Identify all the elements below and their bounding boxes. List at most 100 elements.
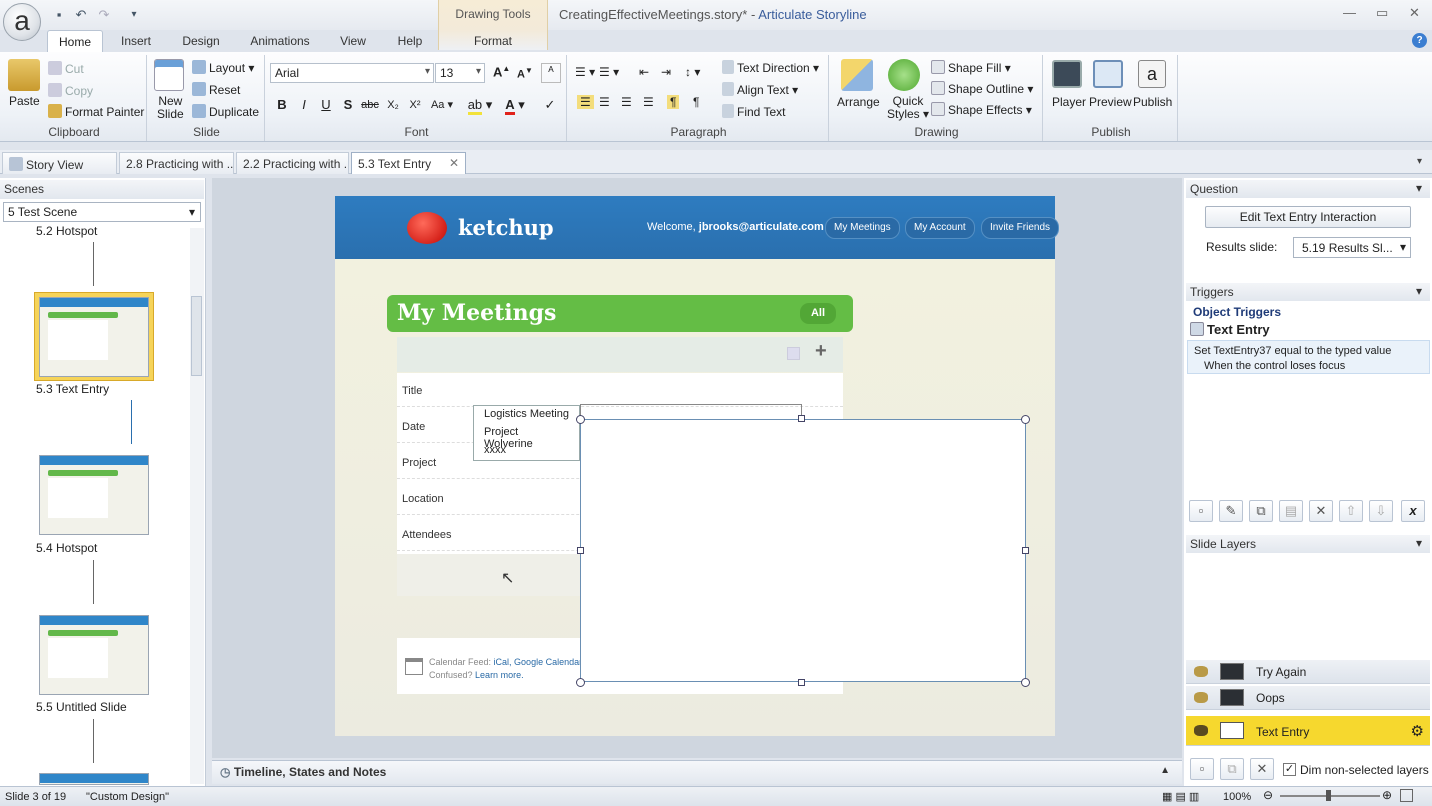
help-icon[interactable]: ?: [1412, 33, 1427, 48]
eye-icon[interactable]: [1194, 725, 1208, 736]
new-layer-icon[interactable]: ▫: [1190, 758, 1214, 780]
superscript-button[interactable]: X²: [405, 95, 425, 115]
tab-animations[interactable]: Animations: [244, 30, 316, 52]
calendar-feed-links[interactable]: iCal, Google Calendar: [494, 657, 583, 667]
edit-text-entry-interaction-button[interactable]: Edit Text Entry Interaction: [1205, 206, 1411, 228]
tab-2-2[interactable]: 2.2 Practicing with ...: [236, 152, 349, 174]
tab-insert[interactable]: Insert: [112, 30, 160, 52]
tab-2-8[interactable]: 2.8 Practicing with ...: [119, 152, 234, 174]
strikethrough-button[interactable]: abc: [360, 95, 380, 115]
add-icon[interactable]: +: [815, 340, 827, 363]
learn-more-link[interactable]: Learn more.: [475, 670, 524, 680]
dropdown-item[interactable]: Logistics Meeting: [474, 406, 579, 424]
arrange-button[interactable]: Arrange: [837, 95, 880, 109]
question-header[interactable]: Question: [1186, 180, 1430, 198]
redo-icon[interactable]: ↷: [96, 7, 112, 23]
save-icon[interactable]: ▪: [51, 7, 67, 23]
preview-button[interactable]: Preview: [1089, 95, 1132, 109]
nav-my-account[interactable]: My Account: [905, 217, 975, 239]
maximize-icon[interactable]: ▭: [1376, 5, 1388, 21]
reset-button[interactable]: Reset: [192, 82, 240, 97]
delete-trigger-icon[interactable]: ✕: [1309, 500, 1333, 522]
slide-layers-header[interactable]: Slide Layers: [1186, 535, 1430, 553]
resize-handle[interactable]: [1021, 415, 1030, 424]
zoom-in-icon[interactable]: ⊕: [1382, 788, 1392, 802]
view-buttons[interactable]: ▦ ▤ ▥: [1162, 790, 1199, 803]
zoom-slider-thumb[interactable]: [1326, 790, 1331, 801]
minimize-icon[interactable]: —: [1343, 5, 1356, 20]
layer-text-entry[interactable]: Text Entry ⚙: [1186, 716, 1430, 746]
resize-handle[interactable]: [576, 678, 585, 687]
shape-effects-button[interactable]: Shape Effects ▾: [931, 102, 1032, 117]
bold-button[interactable]: B: [272, 95, 292, 115]
increase-indent-button[interactable]: ⇥: [661, 65, 671, 79]
text-direction-button[interactable]: Text Direction ▾: [722, 60, 819, 75]
italic-button[interactable]: I: [294, 95, 314, 115]
numbering-button[interactable]: ☰ ▾: [599, 65, 619, 79]
trigger-item[interactable]: Set TextEntry37 equal to the typed value…: [1187, 340, 1430, 374]
dropdown-item[interactable]: Project Wolverine: [474, 424, 579, 450]
nav-my-meetings[interactable]: My Meetings: [825, 217, 900, 239]
shadow-button[interactable]: S: [338, 95, 358, 115]
paste-trigger-icon[interactable]: ▤: [1279, 500, 1303, 522]
edit-trigger-icon[interactable]: ✎: [1219, 500, 1243, 522]
expand-timeline-icon[interactable]: ▲: [1160, 765, 1170, 776]
dim-layers-checkbox[interactable]: ✓: [1283, 763, 1296, 776]
eye-icon[interactable]: [1194, 666, 1208, 677]
paste-button[interactable]: Paste: [9, 94, 40, 108]
clear-formatting-button[interactable]: ᴬ: [541, 63, 561, 83]
text-entry-selection-box[interactable]: [580, 419, 1026, 682]
align-center-button[interactable]: ☰: [599, 95, 610, 109]
decrease-indent-button[interactable]: ⇤: [639, 65, 649, 79]
close-window-icon[interactable]: ✕: [1409, 5, 1420, 21]
list-view-icon[interactable]: [787, 347, 800, 360]
slide-thumb-5-3[interactable]: [39, 297, 149, 377]
spell-check-icon[interactable]: ✓: [540, 95, 560, 115]
change-case-button[interactable]: Aa ▾: [428, 95, 456, 115]
zoom-slider[interactable]: [1280, 790, 1380, 801]
resize-handle[interactable]: [577, 547, 584, 554]
customize-toolbar-icon[interactable]: ▾: [126, 7, 142, 23]
resize-handle[interactable]: [798, 415, 805, 422]
tab-5-3-text-entry[interactable]: 5.3 Text Entry ✕: [351, 152, 466, 174]
tab-story-view[interactable]: Story View: [2, 152, 117, 174]
timeline-bar[interactable]: ◷ Timeline, States and Notes ▲: [212, 760, 1182, 784]
shape-outline-button[interactable]: Shape Outline ▾: [931, 81, 1033, 96]
tab-design[interactable]: Design: [176, 30, 226, 52]
move-down-icon[interactable]: ⇩: [1369, 500, 1393, 522]
new-slide-button[interactable]: New Slide: [157, 95, 184, 121]
delete-layer-icon[interactable]: ✕: [1250, 758, 1274, 780]
justify-button[interactable]: ☰: [643, 95, 654, 109]
resize-handle[interactable]: [798, 679, 805, 686]
align-text-button[interactable]: Align Text ▾: [722, 82, 798, 97]
triggers-header[interactable]: Triggers: [1186, 283, 1430, 301]
font-size-select[interactable]: 13: [435, 63, 485, 83]
layer-properties-gear-icon[interactable]: ⚙: [1411, 722, 1424, 740]
subscript-button[interactable]: X₂: [383, 95, 403, 115]
new-trigger-icon[interactable]: ▫: [1189, 500, 1213, 522]
tab-help[interactable]: Help: [390, 30, 430, 52]
app-logo-button[interactable]: a: [3, 3, 41, 41]
shrink-font-button[interactable]: A▼: [517, 66, 533, 81]
scrollbar-thumb[interactable]: [191, 296, 202, 376]
player-button[interactable]: Player: [1052, 95, 1086, 109]
tab-view[interactable]: View: [333, 30, 373, 52]
trigger-object[interactable]: Text Entry: [1190, 322, 1270, 337]
resize-handle[interactable]: [576, 415, 585, 424]
shape-fill-button[interactable]: Shape Fill ▾: [931, 60, 1011, 75]
close-tab-icon[interactable]: ✕: [449, 156, 459, 170]
font-color-button[interactable]: A ▾: [500, 95, 530, 115]
undo-icon[interactable]: ↶: [73, 7, 89, 23]
eye-icon[interactable]: [1194, 692, 1208, 703]
duplicate-layer-icon[interactable]: ⧉: [1220, 758, 1244, 780]
move-up-icon[interactable]: ⇧: [1339, 500, 1363, 522]
slide-thumb-5-4[interactable]: [39, 455, 149, 535]
variables-icon[interactable]: x: [1401, 500, 1425, 522]
tabs-overflow-icon[interactable]: ▾: [1417, 156, 1422, 167]
layout-button[interactable]: Layout ▾: [192, 60, 254, 75]
all-button[interactable]: All: [800, 303, 836, 324]
scenes-scrollbar[interactable]: [190, 228, 204, 784]
underline-button[interactable]: U: [316, 95, 336, 115]
ltr-button[interactable]: ¶: [667, 95, 680, 109]
highlight-button[interactable]: ab ▾: [465, 95, 495, 115]
